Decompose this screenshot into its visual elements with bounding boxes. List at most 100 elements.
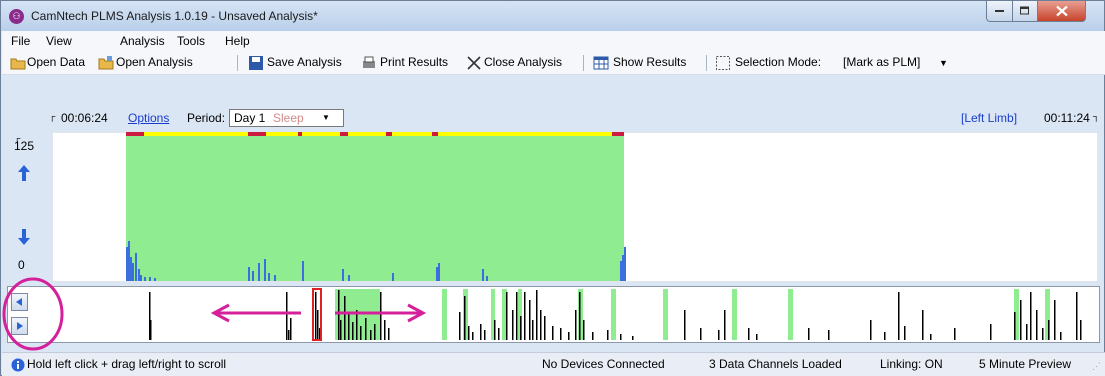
overview-activity-bar bbox=[472, 332, 474, 340]
plm-marker bbox=[432, 132, 438, 136]
start-time: 00:06:24 bbox=[61, 111, 108, 125]
overview-activity-bar bbox=[607, 330, 609, 340]
activity-spike bbox=[482, 269, 484, 281]
toolbar-separator bbox=[583, 55, 584, 71]
overview-activity-bar bbox=[1036, 310, 1038, 340]
close-analysis-icon bbox=[467, 56, 481, 70]
overview-activity-bar bbox=[575, 310, 577, 340]
overview-activity-bar bbox=[494, 320, 496, 340]
overview-activity-bar bbox=[520, 316, 522, 340]
overview-activity-bar bbox=[684, 310, 686, 340]
overview-activity-bar bbox=[954, 328, 956, 340]
activity-spike bbox=[486, 276, 488, 281]
open-analysis-icon bbox=[98, 56, 114, 70]
overview-activity-bar bbox=[922, 310, 924, 340]
end-time: 00:11:24 bbox=[1044, 111, 1090, 125]
open-analysis-button[interactable]: Open Analysis bbox=[116, 55, 193, 69]
y-axis-min: 0 bbox=[18, 258, 25, 272]
maximize-button[interactable] bbox=[1012, 1, 1038, 22]
title-bar: ⚇ CamNtech PLMS Analysis 1.0.19 - Unsave… bbox=[1, 1, 1104, 31]
overview-activity-bar bbox=[748, 328, 750, 340]
overview-activity-bar bbox=[544, 316, 546, 340]
overview-activity-bar bbox=[724, 310, 726, 340]
close-window-button[interactable] bbox=[1037, 1, 1086, 22]
overview-activity-bar bbox=[1076, 292, 1078, 340]
overview-activity-bar bbox=[1042, 328, 1044, 340]
status-linking: Linking: ON bbox=[880, 357, 943, 371]
overview-activity-bar bbox=[540, 310, 542, 340]
app-logo-icon: ⚇ bbox=[9, 9, 24, 24]
overview-activity-bar bbox=[718, 330, 720, 340]
selection-mode-dropdown[interactable]: [Mark as PLM] bbox=[843, 55, 920, 69]
save-analysis-button[interactable]: Save Analysis bbox=[267, 55, 342, 69]
menu-analysis[interactable]: Analysis bbox=[120, 34, 165, 48]
activity-spike bbox=[620, 261, 622, 281]
overview-activity-bar bbox=[560, 328, 562, 340]
selection-icon bbox=[716, 56, 730, 70]
limb-label[interactable]: [Left Limb] bbox=[961, 111, 1017, 125]
toolbar-separator bbox=[706, 55, 707, 71]
overview-activity-bar bbox=[506, 292, 508, 340]
save-icon bbox=[249, 56, 263, 70]
zoom-down-icon[interactable] bbox=[17, 229, 31, 245]
minimize-icon bbox=[994, 10, 1004, 12]
overview-activity-bar bbox=[756, 334, 758, 340]
activity-spike bbox=[624, 247, 626, 281]
overview-activity-bar bbox=[529, 300, 531, 340]
resize-grip-icon[interactable]: ⋰ bbox=[1092, 361, 1101, 372]
status-channels: 3 Data Channels Loaded bbox=[709, 357, 842, 371]
overview-activity-bar bbox=[808, 328, 810, 340]
minimize-button[interactable] bbox=[986, 1, 1013, 22]
overview-activity-bar bbox=[1030, 292, 1032, 340]
overview-sleep-region bbox=[663, 289, 668, 340]
overview-activity-bar bbox=[552, 326, 554, 340]
y-axis-max: 125 bbox=[14, 139, 35, 153]
chevron-down-icon: ▼ bbox=[322, 113, 330, 122]
overview-activity-bar bbox=[870, 320, 872, 340]
overview-activity-bar bbox=[536, 290, 538, 340]
overview-activity-bar bbox=[568, 332, 570, 340]
close-icon bbox=[1055, 5, 1068, 17]
overview-activity-bar bbox=[930, 334, 932, 340]
window-title: CamNtech PLMS Analysis 1.0.19 - Unsaved … bbox=[31, 9, 318, 23]
status-hint: Hold left click + drag left/right to scr… bbox=[27, 357, 227, 371]
status-devices: No Devices Connected bbox=[542, 357, 665, 371]
period-dropdown[interactable]: Day 1 Sleep ▼ bbox=[229, 109, 344, 127]
toolbar: Open Data Open Analysis Save Analysis Pr… bbox=[2, 51, 1105, 75]
selection-mode-label: Selection Mode: bbox=[735, 55, 822, 69]
activity-graph[interactable] bbox=[52, 132, 1098, 282]
overview-activity-bar bbox=[1060, 332, 1062, 340]
overview-activity-bar bbox=[898, 292, 900, 340]
info-icon bbox=[11, 358, 25, 372]
chevron-down-icon[interactable]: ▼ bbox=[939, 58, 948, 68]
overview-activity-bar bbox=[480, 324, 482, 340]
overview-activity-bar bbox=[1026, 324, 1028, 340]
overview-activity-bar bbox=[592, 332, 594, 340]
open-data-button[interactable]: Open Data bbox=[27, 55, 85, 69]
overview-activity-bar bbox=[828, 330, 830, 340]
menu-view[interactable]: View bbox=[46, 34, 72, 48]
period-label: Period: bbox=[187, 111, 226, 125]
menu-tools[interactable]: Tools bbox=[177, 34, 205, 48]
highlight-circle bbox=[2, 277, 64, 351]
plm-marker bbox=[386, 132, 392, 136]
print-results-button[interactable]: Print Results bbox=[380, 55, 448, 69]
overview-activity-bar bbox=[532, 320, 534, 340]
zoom-up-icon[interactable] bbox=[17, 165, 31, 181]
options-link[interactable]: Options bbox=[128, 111, 169, 125]
maximize-icon bbox=[1020, 6, 1029, 15]
plm-marker bbox=[126, 132, 144, 136]
sleep-region bbox=[126, 135, 624, 281]
show-results-button[interactable]: Show Results bbox=[613, 55, 686, 69]
print-icon bbox=[363, 56, 375, 68]
overview-activity-bar bbox=[1080, 320, 1082, 340]
close-analysis-button[interactable]: Close Analysis bbox=[484, 55, 562, 69]
menu-file[interactable]: File bbox=[11, 34, 30, 48]
toolbar-separator bbox=[237, 55, 238, 71]
menu-help[interactable]: Help bbox=[225, 34, 250, 48]
overview-activity-bar bbox=[459, 312, 461, 340]
overview-sleep-region bbox=[442, 289, 447, 340]
overview-activity-bar bbox=[1020, 300, 1022, 340]
overview-activity-bar bbox=[516, 292, 518, 340]
status-bar: Hold left click + drag left/right to scr… bbox=[2, 352, 1105, 376]
